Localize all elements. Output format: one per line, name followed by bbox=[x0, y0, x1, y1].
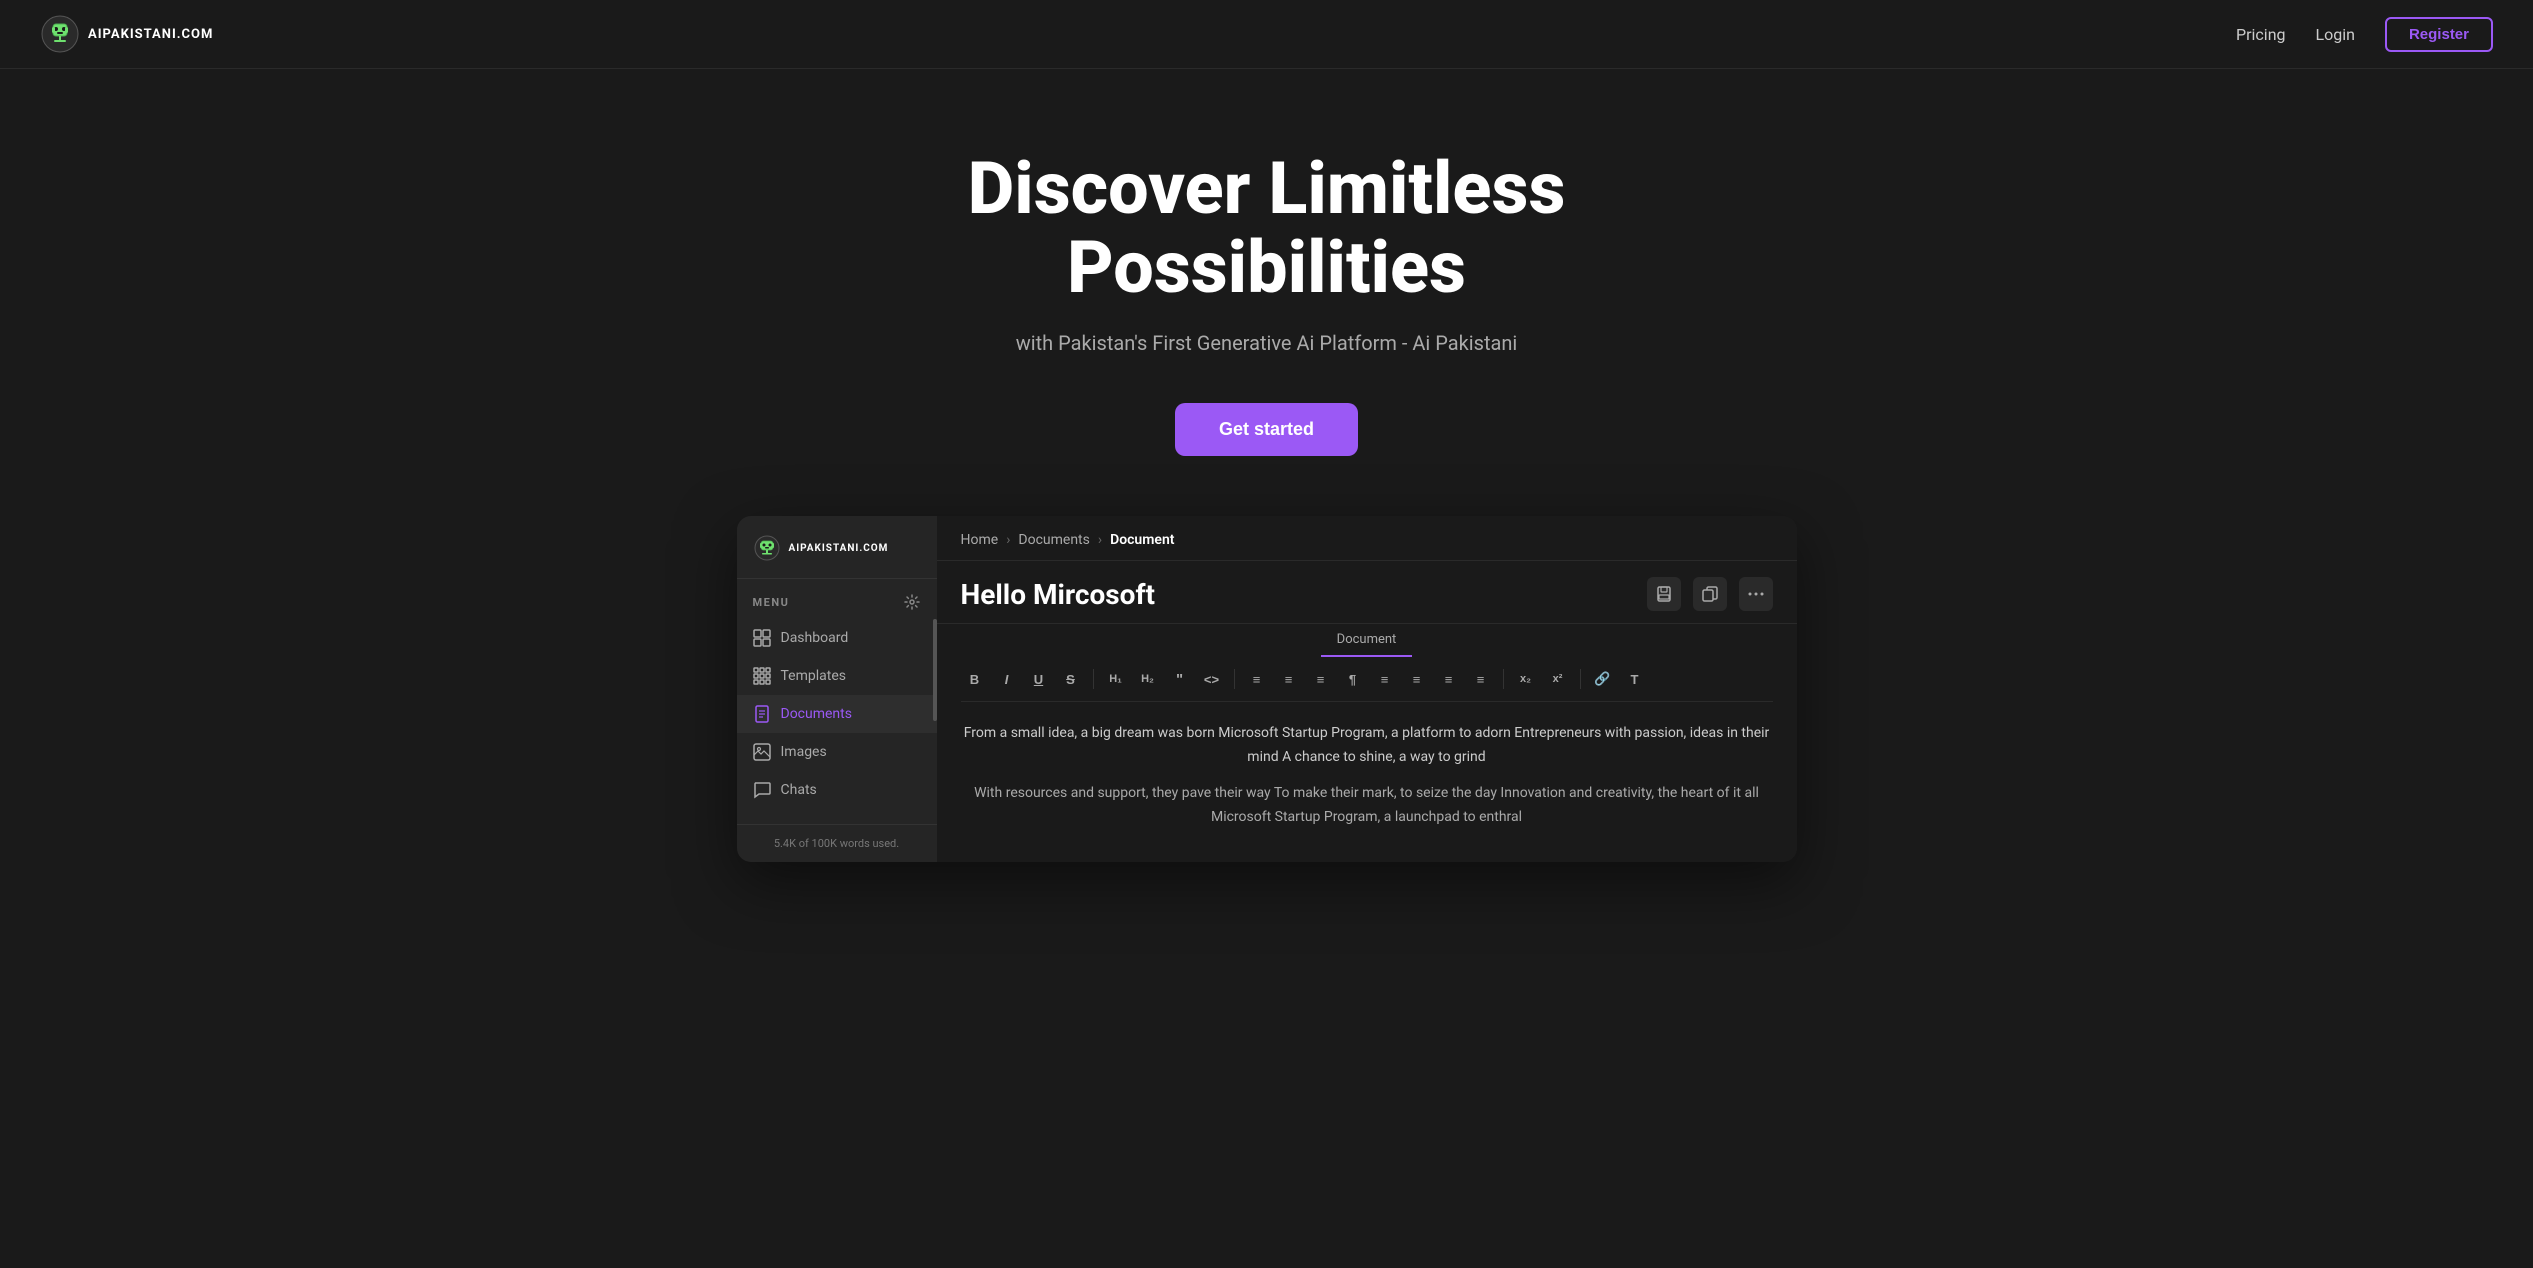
toolbar-strikethrough[interactable]: S bbox=[1057, 665, 1085, 693]
sidebar-item-chats-label: Chats bbox=[781, 782, 817, 798]
sidebar-menu-label: MENU bbox=[753, 596, 790, 609]
doc-header: Hello Mircosoft bbox=[937, 561, 1797, 624]
sidebar-menu-header: MENU bbox=[737, 579, 937, 619]
navbar-logo: AIPAKISTANI.COM bbox=[40, 14, 213, 54]
more-icon bbox=[1748, 592, 1764, 596]
copy-icon bbox=[1702, 586, 1718, 602]
main-content: Home › Documents › Document Hello Mircos… bbox=[937, 516, 1797, 861]
toolbar-ul[interactable]: ≡ bbox=[1243, 665, 1271, 693]
editor-paragraph-2: With resources and support, they pave th… bbox=[961, 782, 1773, 830]
toolbar-align-left[interactable]: ≡ bbox=[1371, 665, 1399, 693]
navbar-logo-text: AIPAKISTANI.COM bbox=[88, 27, 213, 42]
scroll-indicator bbox=[933, 619, 937, 721]
sidebar-item-images-label: Images bbox=[781, 744, 827, 760]
toolbar-code[interactable]: <> bbox=[1198, 665, 1226, 693]
toolbar-bold[interactable]: B bbox=[961, 665, 989, 693]
toolbar-align-justify[interactable]: ≡ bbox=[1467, 665, 1495, 693]
toolbar-clear-format[interactable]: T bbox=[1621, 665, 1649, 693]
editor-tab[interactable]: Document bbox=[1321, 624, 1413, 657]
toolbar-sep-3 bbox=[1503, 669, 1504, 689]
toolbar-underline[interactable]: U bbox=[1025, 665, 1053, 693]
hero-section: Discover Limitless Possibilities with Pa… bbox=[0, 69, 2533, 922]
toolbar-sep-4 bbox=[1580, 669, 1581, 689]
navbar-links: Pricing Login Register bbox=[2236, 17, 2493, 52]
doc-title: Hello Mircosoft bbox=[961, 578, 1155, 611]
toolbar-quote[interactable]: " bbox=[1166, 665, 1194, 693]
nav-login[interactable]: Login bbox=[2316, 25, 2355, 44]
toolbar-indent-out[interactable]: ≡ bbox=[1307, 665, 1335, 693]
sidebar-logo: AIPAKISTANI.COM bbox=[737, 516, 937, 579]
editor-paragraph-1: From a small idea, a big dream was born … bbox=[961, 722, 1773, 770]
sidebar-item-images[interactable]: Images bbox=[737, 733, 937, 771]
sidebar-items: Dashboard bbox=[737, 619, 937, 809]
sidebar-item-templates[interactable]: Templates bbox=[737, 657, 937, 695]
sidebar-menu-settings-icon[interactable] bbox=[903, 593, 921, 611]
editor-area: Document B I U S H₁ H₂ " <> ≡ ≡ bbox=[937, 624, 1797, 861]
sidebar-item-dashboard[interactable]: Dashboard bbox=[737, 619, 937, 657]
breadcrumb-sep-1: › bbox=[1006, 532, 1010, 548]
app-window: AIPAKISTANI.COM MENU bbox=[737, 516, 1797, 861]
editor-body[interactable]: From a small idea, a big dream was born … bbox=[961, 702, 1773, 861]
toolbar-align-right[interactable]: ≡ bbox=[1435, 665, 1463, 693]
toolbar-sep-2 bbox=[1234, 669, 1235, 689]
hero-subtitle: with Pakistan's First Generative Ai Plat… bbox=[1016, 331, 1518, 355]
toolbar-align-center[interactable]: ≡ bbox=[1403, 665, 1431, 693]
sidebar-item-chats[interactable]: Chats bbox=[737, 771, 937, 809]
toolbar-italic[interactable]: I bbox=[993, 665, 1021, 693]
dashboard-icon bbox=[753, 629, 771, 647]
navbar-logo-icon bbox=[40, 14, 80, 54]
sidebar-item-templates-label: Templates bbox=[781, 668, 847, 684]
breadcrumb-current: Document bbox=[1110, 532, 1174, 548]
chats-icon bbox=[753, 781, 771, 799]
sidebar-item-documents-label: Documents bbox=[781, 706, 852, 722]
sidebar-footer: 5.4K of 100K words used. bbox=[737, 824, 937, 862]
documents-icon bbox=[753, 705, 771, 723]
toolbar-h1[interactable]: H₁ bbox=[1102, 665, 1130, 693]
save-doc-button[interactable] bbox=[1647, 577, 1681, 611]
app-preview: AIPAKISTANI.COM MENU bbox=[40, 516, 2493, 861]
more-options-button[interactable] bbox=[1739, 577, 1773, 611]
breadcrumb-sep-2: › bbox=[1098, 532, 1102, 548]
get-started-button[interactable]: Get started bbox=[1175, 403, 1358, 456]
toolbar-sep-1 bbox=[1093, 669, 1094, 689]
save-icon bbox=[1656, 586, 1672, 602]
sidebar-item-documents[interactable]: Documents bbox=[737, 695, 937, 733]
doc-actions bbox=[1647, 577, 1773, 611]
sidebar-logo-text: AIPAKISTANI.COM bbox=[789, 543, 889, 554]
toolbar-h2[interactable]: H₂ bbox=[1134, 665, 1162, 693]
words-used-text: 5.4K of 100K words used. bbox=[774, 837, 899, 850]
breadcrumb-documents[interactable]: Documents bbox=[1018, 532, 1089, 548]
templates-icon bbox=[753, 667, 771, 685]
sidebar-logo-icon bbox=[753, 534, 781, 562]
copy-doc-button[interactable] bbox=[1693, 577, 1727, 611]
toolbar-ol[interactable]: ≡ bbox=[1275, 665, 1303, 693]
toolbar-superscript[interactable]: x² bbox=[1544, 665, 1572, 693]
toolbar-para[interactable]: ¶ bbox=[1339, 665, 1367, 693]
toolbar-subscript[interactable]: x₂ bbox=[1512, 665, 1540, 693]
navbar: AIPAKISTANI.COM Pricing Login Register bbox=[0, 0, 2533, 69]
sidebar: AIPAKISTANI.COM MENU bbox=[737, 516, 937, 861]
editor-toolbar: B I U S H₁ H₂ " <> ≡ ≡ ≡ ¶ ≡ bbox=[961, 657, 1773, 702]
breadcrumb: Home › Documents › Document bbox=[937, 516, 1797, 561]
toolbar-link[interactable]: 🔗 bbox=[1589, 665, 1617, 693]
sidebar-item-dashboard-label: Dashboard bbox=[781, 630, 849, 646]
register-button[interactable]: Register bbox=[2385, 17, 2493, 52]
hero-title: Discover Limitless Possibilities bbox=[817, 149, 1717, 307]
sidebar-items-wrapper: Dashboard bbox=[737, 619, 937, 823]
breadcrumb-home[interactable]: Home bbox=[961, 532, 999, 548]
images-icon bbox=[753, 743, 771, 761]
nav-pricing[interactable]: Pricing bbox=[2236, 25, 2286, 44]
